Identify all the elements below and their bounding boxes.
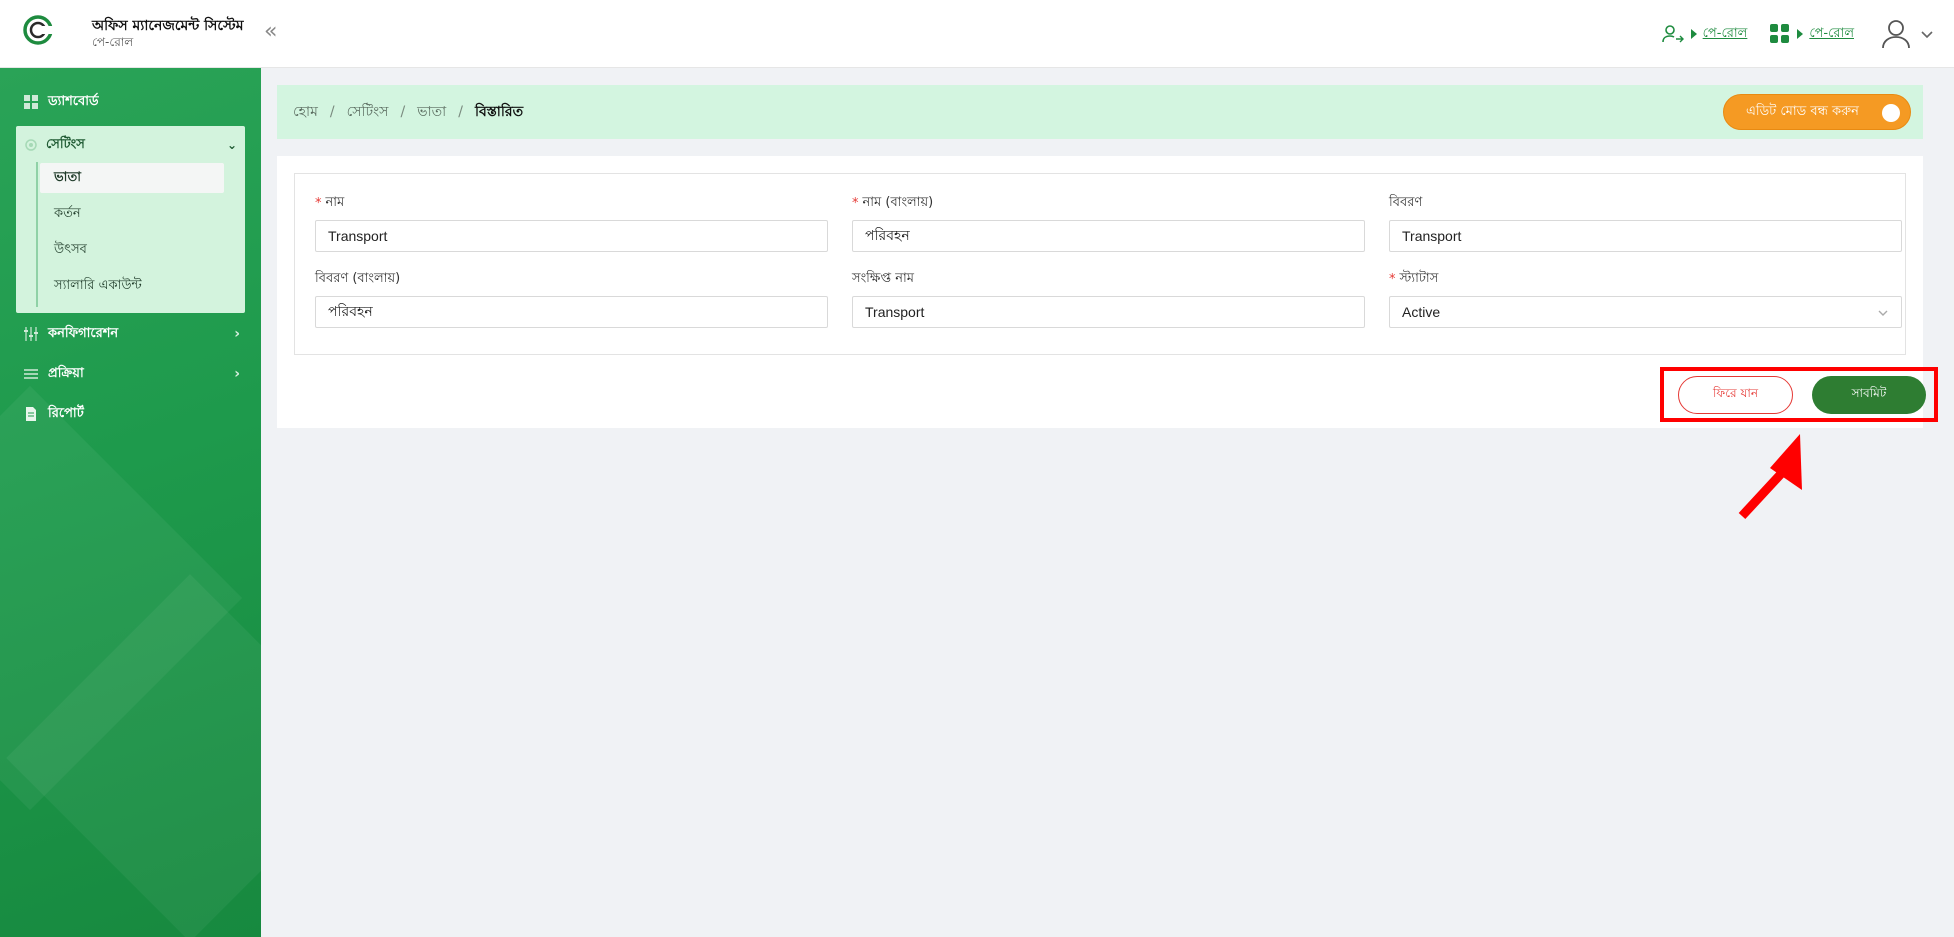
edit-mode-label: এডিট মোড বন্ধ করুন (1746, 103, 1859, 119)
user-menu[interactable] (1880, 18, 1934, 50)
field-label: সংক্ষিপ্ত নাম (852, 270, 914, 286)
name-input[interactable]: Transport (315, 220, 828, 252)
sidebar-item-dashboard[interactable]: ড্যাশবোর্ড (24, 90, 240, 114)
payroll-link[interactable]: পে-রোল (1703, 24, 1748, 45)
name-bangla-input[interactable]: পরিবহন (852, 220, 1365, 252)
short-name-input[interactable]: Transport (852, 296, 1365, 328)
settings-submenu: সেটিংস ⌄ ভাতা কর্তন উৎসব স্যালারি একাউন্… (16, 126, 245, 313)
breadcrumb-allowance[interactable]: ভাতা (417, 100, 446, 124)
user-avatar-icon (1882, 20, 1910, 49)
module-switch-apps[interactable]: পে-রোল (1769, 23, 1854, 45)
field-label: নাম (325, 194, 345, 210)
settings-icon (25, 139, 37, 151)
sliders-icon (24, 327, 38, 341)
payroll-link[interactable]: পে-রোল (1809, 24, 1854, 45)
sidebar-item-report[interactable]: রিপোর্ট (24, 402, 240, 426)
header-right: পে-রোল পে-রোল (1649, 16, 1934, 52)
submenu-rail (36, 162, 38, 307)
field-description: বিবরণ Transport (1389, 194, 1902, 252)
required-marker: * (315, 195, 322, 211)
logo (22, 14, 58, 50)
field-name-bangla: * নাম (বাংলায়) পরিবহন (852, 194, 1365, 252)
field-status: * স্ট্যাটাস Active (1389, 270, 1902, 328)
apps-grid-icon (1770, 24, 1790, 43)
field-label: নাম (বাংলায়) (862, 194, 934, 210)
field-name: * নাম Transport (315, 194, 828, 252)
submit-button[interactable]: সাবমিট (1812, 376, 1926, 414)
required-marker: * (1389, 271, 1396, 287)
breadcrumb: হোম / সেটিংস / ভাতা / বিস্তারিত এডিট মোড… (277, 85, 1923, 139)
submenu-item-salary-account[interactable]: স্যালারি একাউন্ট (40, 271, 224, 301)
breadcrumb-separator: / (329, 104, 335, 120)
toggle-knob (1882, 104, 1900, 122)
breadcrumb-separator: / (458, 104, 463, 120)
status-select[interactable]: Active (1389, 296, 1902, 328)
breadcrumb-settings[interactable]: সেটিংস (347, 100, 389, 124)
chevron-down-icon (1921, 31, 1933, 39)
user-switch-icon (1661, 25, 1684, 43)
sidebar-item-label: কনফিগারেশন (48, 325, 119, 341)
app-subtitle: পে-রোল (92, 35, 134, 49)
logo-icon (23, 15, 56, 45)
back-button[interactable]: ফিরে যান (1678, 376, 1793, 414)
chevron-right-icon: › (234, 366, 240, 382)
chevron-down-icon: ⌄ (226, 138, 237, 152)
sidebar-item-label: রিপোর্ট (48, 405, 84, 421)
caret-right-icon (1690, 29, 1697, 39)
sidebar-item-label: প্রক্রিয়া (48, 365, 84, 381)
submenu-item-allowance[interactable]: ভাতা (40, 163, 224, 193)
description-bangla-input[interactable]: পরিবহন (315, 296, 828, 328)
field-short-name: সংক্ষিপ্ত নাম Transport (852, 270, 1365, 328)
submenu-item-festival[interactable]: উৎসব (40, 235, 224, 265)
field-label: বিবরণ (1389, 194, 1423, 210)
field-label: স্ট্যাটাস (1399, 270, 1439, 286)
description-input[interactable]: Transport (1389, 220, 1902, 252)
submenu-item-deduction[interactable]: কর্তন (40, 199, 224, 229)
sidebar-item-label: ড্যাশবোর্ড (48, 93, 99, 109)
field-description-bangla: বিবরণ (বাংলায়) পরিবহন (315, 270, 828, 328)
top-header: অফিস ম্যানেজমেন্ট সিস্টেম পে-রোল « পে-রো… (0, 0, 1954, 68)
sidebar-item-configuration[interactable]: কনফিগারেশন › (24, 322, 240, 346)
module-switch-user[interactable]: পে-রোল (1661, 22, 1748, 46)
breadcrumb-separator: / (400, 104, 406, 120)
document-icon (26, 407, 36, 421)
breadcrumb-home[interactable]: হোম (293, 100, 318, 124)
sidebar-item-settings[interactable]: সেটিংস ⌄ (24, 134, 237, 156)
sidebar: ড্যাশবোর্ড সেটিংস ⌄ ভাতা কর্তন উৎসব স্যা… (0, 68, 261, 937)
chevron-right-icon: › (234, 326, 240, 342)
allowance-form: * নাম Transport * নাম (বাংলায়) পরিবহন বিব… (294, 173, 1906, 355)
breadcrumb-current: বিস্তারিত (474, 104, 524, 120)
list-icon (24, 369, 38, 379)
action-buttons-highlight: ফিরে যান সাবমিট (1660, 367, 1938, 422)
sidebar-item-label: সেটিংস (46, 136, 85, 152)
caret-right-icon (1797, 29, 1804, 39)
chevron-down-icon (1878, 310, 1888, 316)
annotation-arrow-icon (1738, 434, 1802, 520)
dashboard-icon (24, 95, 38, 109)
field-label: বিবরণ (বাংলায়) (315, 270, 401, 286)
sidebar-item-process[interactable]: প্রক্রিয়া › (24, 362, 240, 386)
edit-mode-toggle[interactable]: এডিট মোড বন্ধ করুন (1723, 94, 1911, 130)
status-value: Active (1402, 304, 1441, 320)
sidebar-collapse-icon[interactable]: « (264, 20, 277, 44)
required-marker: * (852, 195, 859, 211)
